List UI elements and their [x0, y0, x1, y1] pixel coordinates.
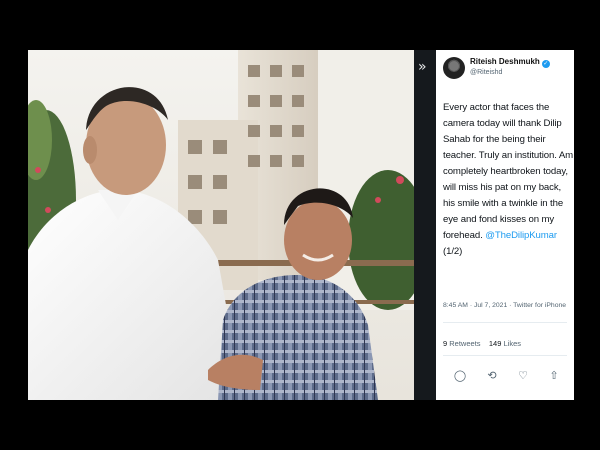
mention-link[interactable]: @TheDilipKumar [485, 230, 557, 241]
author-name[interactable]: Riteish Deshmukh ✓ [470, 57, 550, 68]
divider [443, 322, 567, 323]
photo-illustration [28, 50, 414, 400]
collapse-strip[interactable]: » [414, 50, 436, 400]
likes-label[interactable]: Likes [503, 339, 521, 348]
likes-count[interactable]: 149 [489, 339, 502, 348]
retweets-label[interactable]: Retweets [449, 339, 480, 348]
tweet-photo[interactable] [28, 50, 414, 400]
tweet-stats: 9 Retweets 149 Likes [443, 339, 521, 348]
screenshot-frame: » Riteish Deshmukh ✓ @Riteishd Every acto… [28, 50, 574, 400]
retweets-count[interactable]: 9 [443, 339, 447, 348]
divider [443, 355, 567, 356]
tweet-actions: ◯ ⟲ ♡ ⇧ [436, 369, 574, 385]
avatar[interactable] [443, 57, 465, 79]
author-name-text[interactable]: Riteish Deshmukh [470, 57, 540, 66]
author-handle[interactable]: @Riteishd [470, 69, 502, 76]
share-icon[interactable]: ⇧ [547, 369, 561, 383]
retweet-icon[interactable]: ⟲ [485, 369, 499, 383]
tweet-text-suffix: (1/2) [443, 246, 463, 257]
reply-icon[interactable]: ◯ [453, 369, 467, 383]
chevron-right-icon[interactable]: » [418, 60, 432, 74]
tweet-text: Every actor that faces the camera today … [443, 100, 573, 260]
heart-icon[interactable]: ♡ [516, 369, 530, 383]
tweet-card: Riteish Deshmukh ✓ @Riteishd Every actor … [436, 50, 574, 400]
verified-badge-icon: ✓ [541, 60, 550, 68]
tweet-text-main: Every actor that faces the camera today … [443, 102, 574, 241]
tweet-meta[interactable]: 8:45 AM · Jul 7, 2021 · Twitter for iPho… [443, 302, 566, 309]
